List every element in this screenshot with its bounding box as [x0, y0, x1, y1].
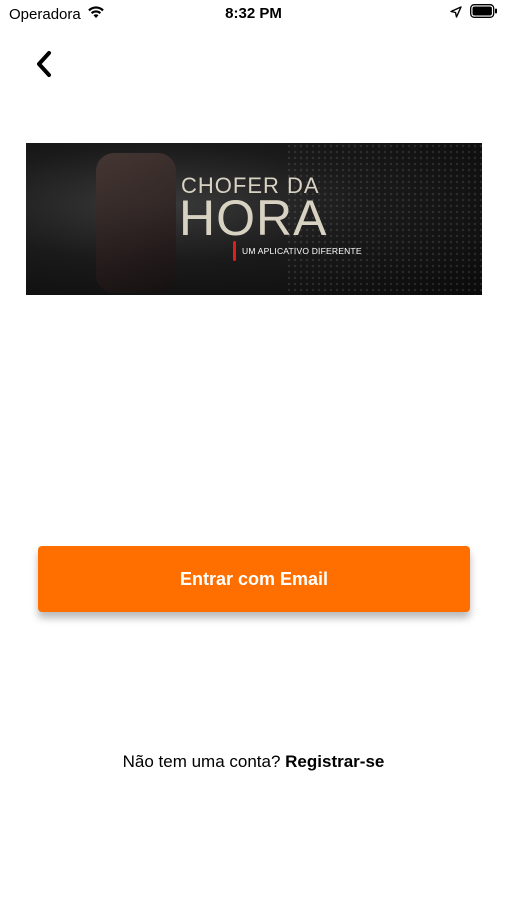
register-row: Não tem uma conta? Registrar-se — [0, 752, 507, 772]
register-link[interactable]: Registrar-se — [285, 752, 384, 771]
speedometer-needle-icon — [233, 241, 236, 261]
location-arrow-icon — [450, 5, 462, 23]
status-time: 8:32 PM — [225, 5, 282, 22]
banner-car-seat-image — [96, 153, 176, 293]
back-button[interactable] — [26, 48, 62, 84]
login-email-button[interactable]: Entrar com Email — [38, 546, 470, 612]
login-email-button-label: Entrar com Email — [179, 568, 329, 589]
register-prompt: Não tem uma conta? — [122, 752, 286, 771]
banner-title-line2: HORA — [179, 190, 328, 246]
status-right-group — [450, 4, 498, 23]
banner-subtitle: UM APLICATIVO DIFERENTE — [242, 246, 362, 256]
status-bar: Operadora 8:32 PM — [0, 0, 507, 30]
battery-icon — [470, 4, 498, 23]
chevron-left-icon — [34, 50, 54, 83]
chofer-da-hora-banner: CHOFER DA HORA UM APLICATIVO DIFERENTE — [26, 143, 482, 295]
